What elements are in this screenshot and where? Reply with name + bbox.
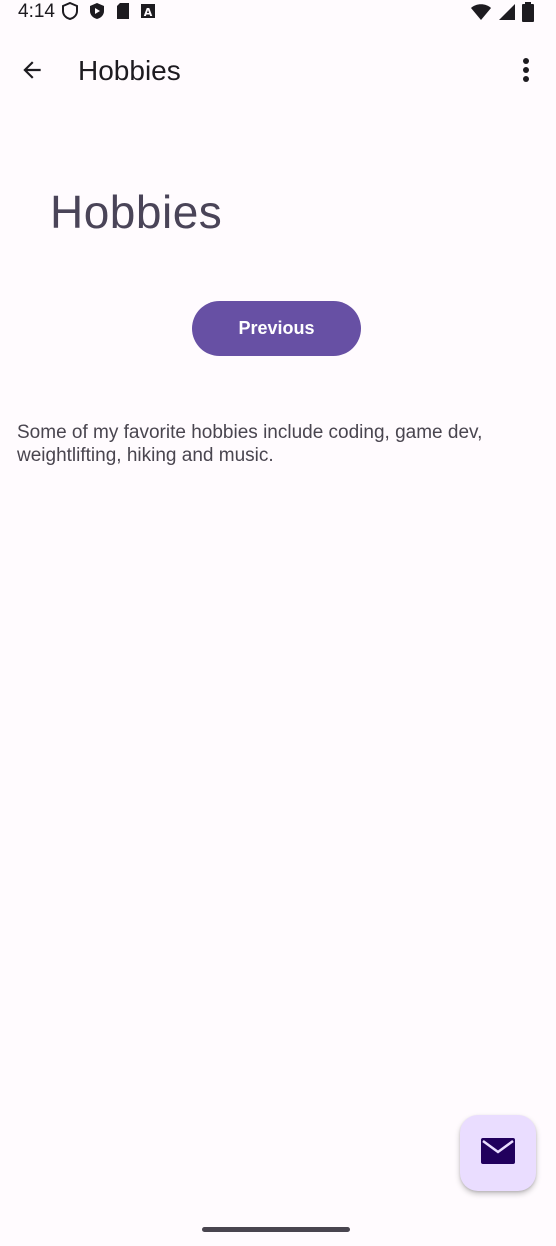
previous-button[interactable]: Previous xyxy=(192,301,361,356)
back-button[interactable] xyxy=(10,50,54,94)
status-time: 4:14 xyxy=(18,1,55,22)
status-icons-left: A xyxy=(62,1,156,25)
top-app-bar: Hobbies xyxy=(0,40,556,104)
mail-icon xyxy=(480,1137,516,1170)
keyboard-a-icon: A xyxy=(140,3,156,24)
page-heading: Hobbies xyxy=(50,186,223,238)
sd-card-icon xyxy=(116,2,130,25)
hobbies-description: Some of my favorite hobbies include codi… xyxy=(17,422,483,466)
shield-icon xyxy=(62,1,78,25)
app-bar-title: Hobbies xyxy=(78,55,181,86)
home-indicator[interactable] xyxy=(202,1227,350,1232)
svg-text:A: A xyxy=(144,6,153,19)
status-bar: 4:14 A xyxy=(0,0,556,26)
arrow-back-icon xyxy=(19,57,45,88)
cell-signal-icon xyxy=(498,3,516,26)
email-fab[interactable] xyxy=(460,1115,536,1191)
more-options-button[interactable] xyxy=(504,50,548,94)
status-icons-right xyxy=(470,2,534,27)
wifi-icon xyxy=(470,3,492,26)
more-vert-icon xyxy=(522,57,530,88)
battery-icon xyxy=(522,2,534,27)
play-protect-icon xyxy=(88,2,106,25)
